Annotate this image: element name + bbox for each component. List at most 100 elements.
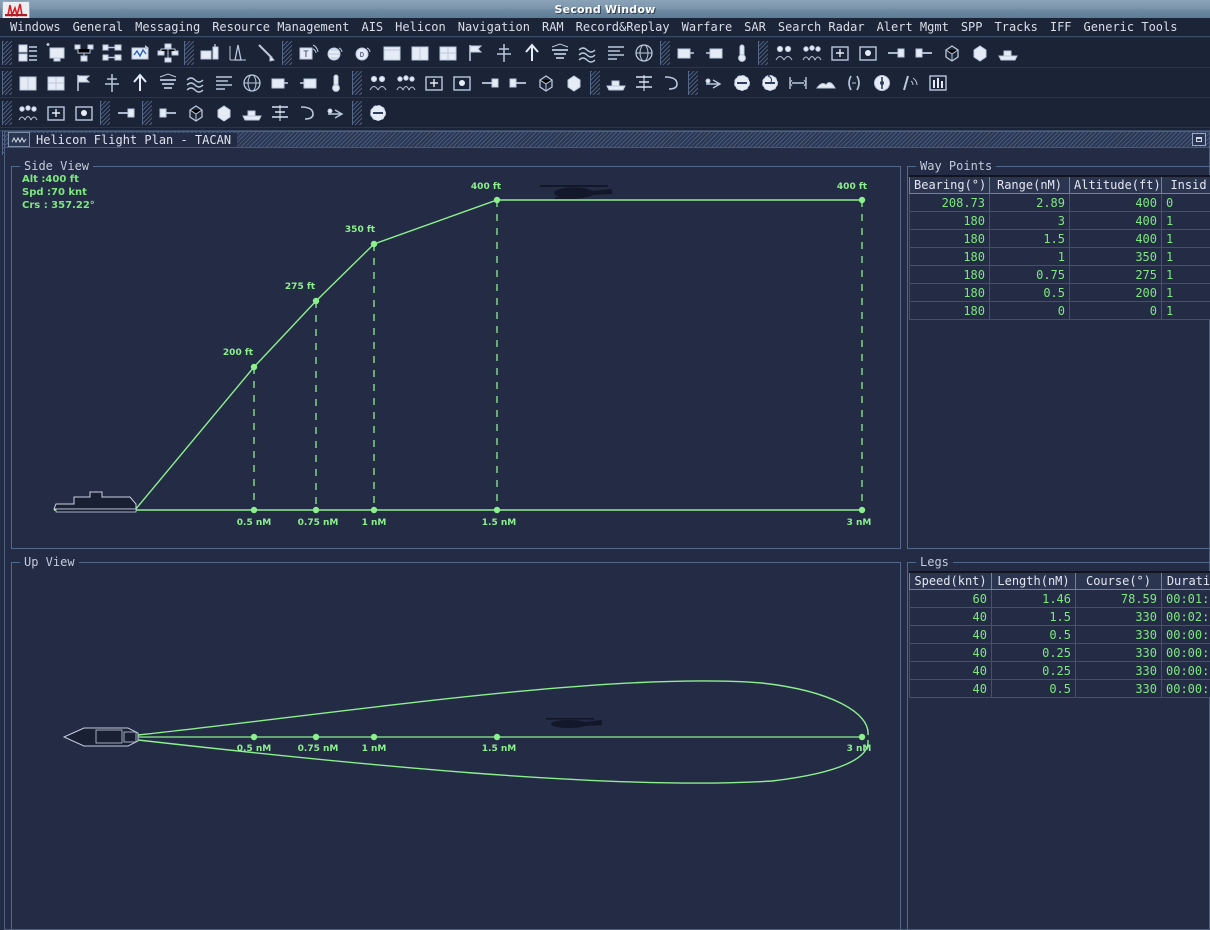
chart-wave-icon[interactable] bbox=[420, 69, 448, 97]
aircraft-tag-icon[interactable] bbox=[70, 69, 98, 97]
toolbar-grip[interactable] bbox=[590, 70, 600, 95]
clipboard-nodes-icon[interactable] bbox=[182, 99, 210, 127]
connector-right-icon[interactable] bbox=[840, 69, 868, 97]
table-cell[interactable]: 78.59 bbox=[1075, 589, 1162, 608]
align-center-icon[interactable] bbox=[14, 69, 42, 97]
menu-navigation[interactable]: Navigation bbox=[452, 19, 536, 35]
table-cell[interactable]: 0.5 bbox=[991, 679, 1076, 698]
col-inside[interactable]: Insid bbox=[1161, 175, 1210, 194]
briefcase-plus-icon[interactable] bbox=[14, 99, 42, 127]
col-altitude[interactable]: Altitude(ft) bbox=[1069, 175, 1162, 194]
add-workstation-icon[interactable] bbox=[42, 39, 70, 67]
menu-ais[interactable]: AIS bbox=[355, 19, 389, 35]
table-cell[interactable]: 330 bbox=[1075, 679, 1162, 698]
toolbar-grip[interactable] bbox=[100, 100, 110, 125]
table-cell[interactable]: 00:00:4 bbox=[1161, 625, 1210, 644]
span-measure-icon[interactable] bbox=[154, 69, 182, 97]
table-row[interactable]: 180 1.5 400 1 bbox=[909, 229, 1210, 248]
network-nodes-icon[interactable] bbox=[70, 39, 98, 67]
table-cell[interactable]: 400 bbox=[1069, 193, 1162, 212]
table-cell[interactable]: 1 bbox=[1161, 265, 1210, 284]
table-cell[interactable]: 1 bbox=[989, 247, 1070, 266]
table-cell[interactable]: 180 bbox=[909, 265, 990, 284]
flag-icon[interactable] bbox=[462, 39, 490, 67]
table-cell[interactable]: 2.89 bbox=[989, 193, 1070, 212]
table-cell[interactable]: 0.75 bbox=[989, 265, 1070, 284]
col-duration[interactable]: Durati bbox=[1161, 571, 1210, 590]
screen-antenna-icon[interactable] bbox=[196, 39, 224, 67]
table-cell[interactable]: 1 bbox=[1161, 229, 1210, 248]
text-antenna-icon[interactable]: T bbox=[294, 39, 322, 67]
crate-left-icon[interactable] bbox=[602, 69, 630, 97]
toolbar-grip[interactable] bbox=[688, 70, 698, 95]
toolbar-grip[interactable] bbox=[2, 40, 12, 65]
table-cell[interactable]: 0 bbox=[1069, 301, 1162, 320]
menu-tracks[interactable]: Tracks bbox=[989, 19, 1044, 35]
box-right-icon[interactable] bbox=[700, 39, 728, 67]
people-pair-icon[interactable] bbox=[700, 69, 728, 97]
compass-icon[interactable] bbox=[238, 69, 266, 97]
table-cell[interactable]: 1.5 bbox=[991, 607, 1076, 626]
table-cell[interactable]: 180 bbox=[909, 247, 990, 266]
link-left-icon[interactable] bbox=[882, 39, 910, 67]
cube-rotate-icon[interactable] bbox=[322, 69, 350, 97]
panel-grid-icon[interactable] bbox=[434, 39, 462, 67]
cubes-stack-icon[interactable] bbox=[868, 69, 896, 97]
frame-box-icon[interactable] bbox=[756, 69, 784, 97]
ordered-list-icon[interactable] bbox=[238, 99, 266, 127]
legs-table-scroll[interactable]: Speed(knt) Length(nM) Course(°) Durati 6… bbox=[909, 571, 1210, 930]
table-cell[interactable]: 275 bbox=[1069, 265, 1162, 284]
table-row[interactable]: 400.2533000:00:2 bbox=[909, 661, 1210, 680]
toolbar-grip[interactable] bbox=[758, 40, 768, 65]
table-cell[interactable]: 400 bbox=[1069, 229, 1162, 248]
menu-spp[interactable]: SPP bbox=[955, 19, 989, 35]
toolbar-grip[interactable] bbox=[660, 40, 670, 65]
sensor-sweep-icon[interactable] bbox=[322, 39, 350, 67]
sensor-detect-icon[interactable]: D bbox=[350, 39, 378, 67]
tower-measure-icon[interactable] bbox=[224, 39, 252, 67]
circle-dash-icon[interactable] bbox=[98, 69, 126, 97]
table-cell[interactable]: 00:00:2 bbox=[1161, 643, 1210, 662]
table-cell[interactable]: 40 bbox=[909, 679, 992, 698]
panel-icon[interactable] bbox=[378, 39, 406, 67]
legs-table[interactable]: Speed(knt) Length(nM) Course(°) Durati 6… bbox=[909, 571, 1210, 698]
table-cell[interactable]: 40 bbox=[909, 643, 992, 662]
table-cell[interactable]: 60 bbox=[909, 589, 992, 608]
menu-ram[interactable]: RAM bbox=[536, 19, 570, 35]
col-speed[interactable]: Speed(knt) bbox=[909, 571, 992, 590]
link-right-icon[interactable] bbox=[910, 39, 938, 67]
table-cell[interactable]: 180 bbox=[909, 301, 990, 320]
arrow-up-icon[interactable] bbox=[518, 39, 546, 67]
list-panels-icon[interactable] bbox=[14, 39, 42, 67]
table-row[interactable]: 601.4678.5900:01:2 bbox=[909, 589, 1210, 608]
table-cell[interactable]: 40 bbox=[909, 661, 992, 680]
table-cell[interactable]: 0.5 bbox=[991, 625, 1076, 644]
table-cell[interactable]: 330 bbox=[1075, 625, 1162, 644]
table-cell[interactable]: 180 bbox=[909, 211, 990, 230]
table-cell[interactable]: 00:00:2 bbox=[1161, 661, 1210, 680]
table-cell[interactable]: 1 bbox=[1161, 283, 1210, 302]
antenna-dish-icon[interactable] bbox=[112, 99, 140, 127]
table-cell[interactable]: 0.5 bbox=[989, 283, 1070, 302]
table-row[interactable]: 180 0 0 1 bbox=[909, 301, 1210, 320]
submarine-icon[interactable] bbox=[924, 69, 952, 97]
table-row[interactable]: 400.533000:00:4 bbox=[909, 625, 1210, 644]
terrain-icon[interactable] bbox=[182, 69, 210, 97]
mast-icon[interactable] bbox=[490, 39, 518, 67]
layers-icon[interactable] bbox=[546, 39, 574, 67]
menu-record-replay[interactable]: Record&Replay bbox=[570, 19, 676, 35]
way-points-table-scroll[interactable]: Bearing(°) Range(nM) Altitude(ft) Insid … bbox=[909, 175, 1210, 547]
table-row[interactable]: 180 0.5 200 1 bbox=[909, 283, 1210, 302]
form-list-icon[interactable] bbox=[266, 99, 294, 127]
table-row[interactable]: 208.73 2.89 400 0 bbox=[909, 193, 1210, 212]
menu-iff[interactable]: IFF bbox=[1044, 19, 1078, 35]
frame-dot-icon[interactable] bbox=[854, 39, 882, 67]
menu-alert-mgmt[interactable]: Alert Mgmt bbox=[871, 19, 955, 35]
connector-left-icon[interactable] bbox=[812, 69, 840, 97]
clipboard-photo-icon[interactable] bbox=[154, 99, 182, 127]
cube-add-icon[interactable] bbox=[938, 39, 966, 67]
table-cell[interactable]: 00:01:2 bbox=[1161, 589, 1210, 608]
chart-up-icon[interactable] bbox=[364, 69, 392, 97]
briefcase-wave-icon[interactable] bbox=[42, 99, 70, 127]
menu-generic-tools[interactable]: Generic Tools bbox=[1078, 19, 1184, 35]
